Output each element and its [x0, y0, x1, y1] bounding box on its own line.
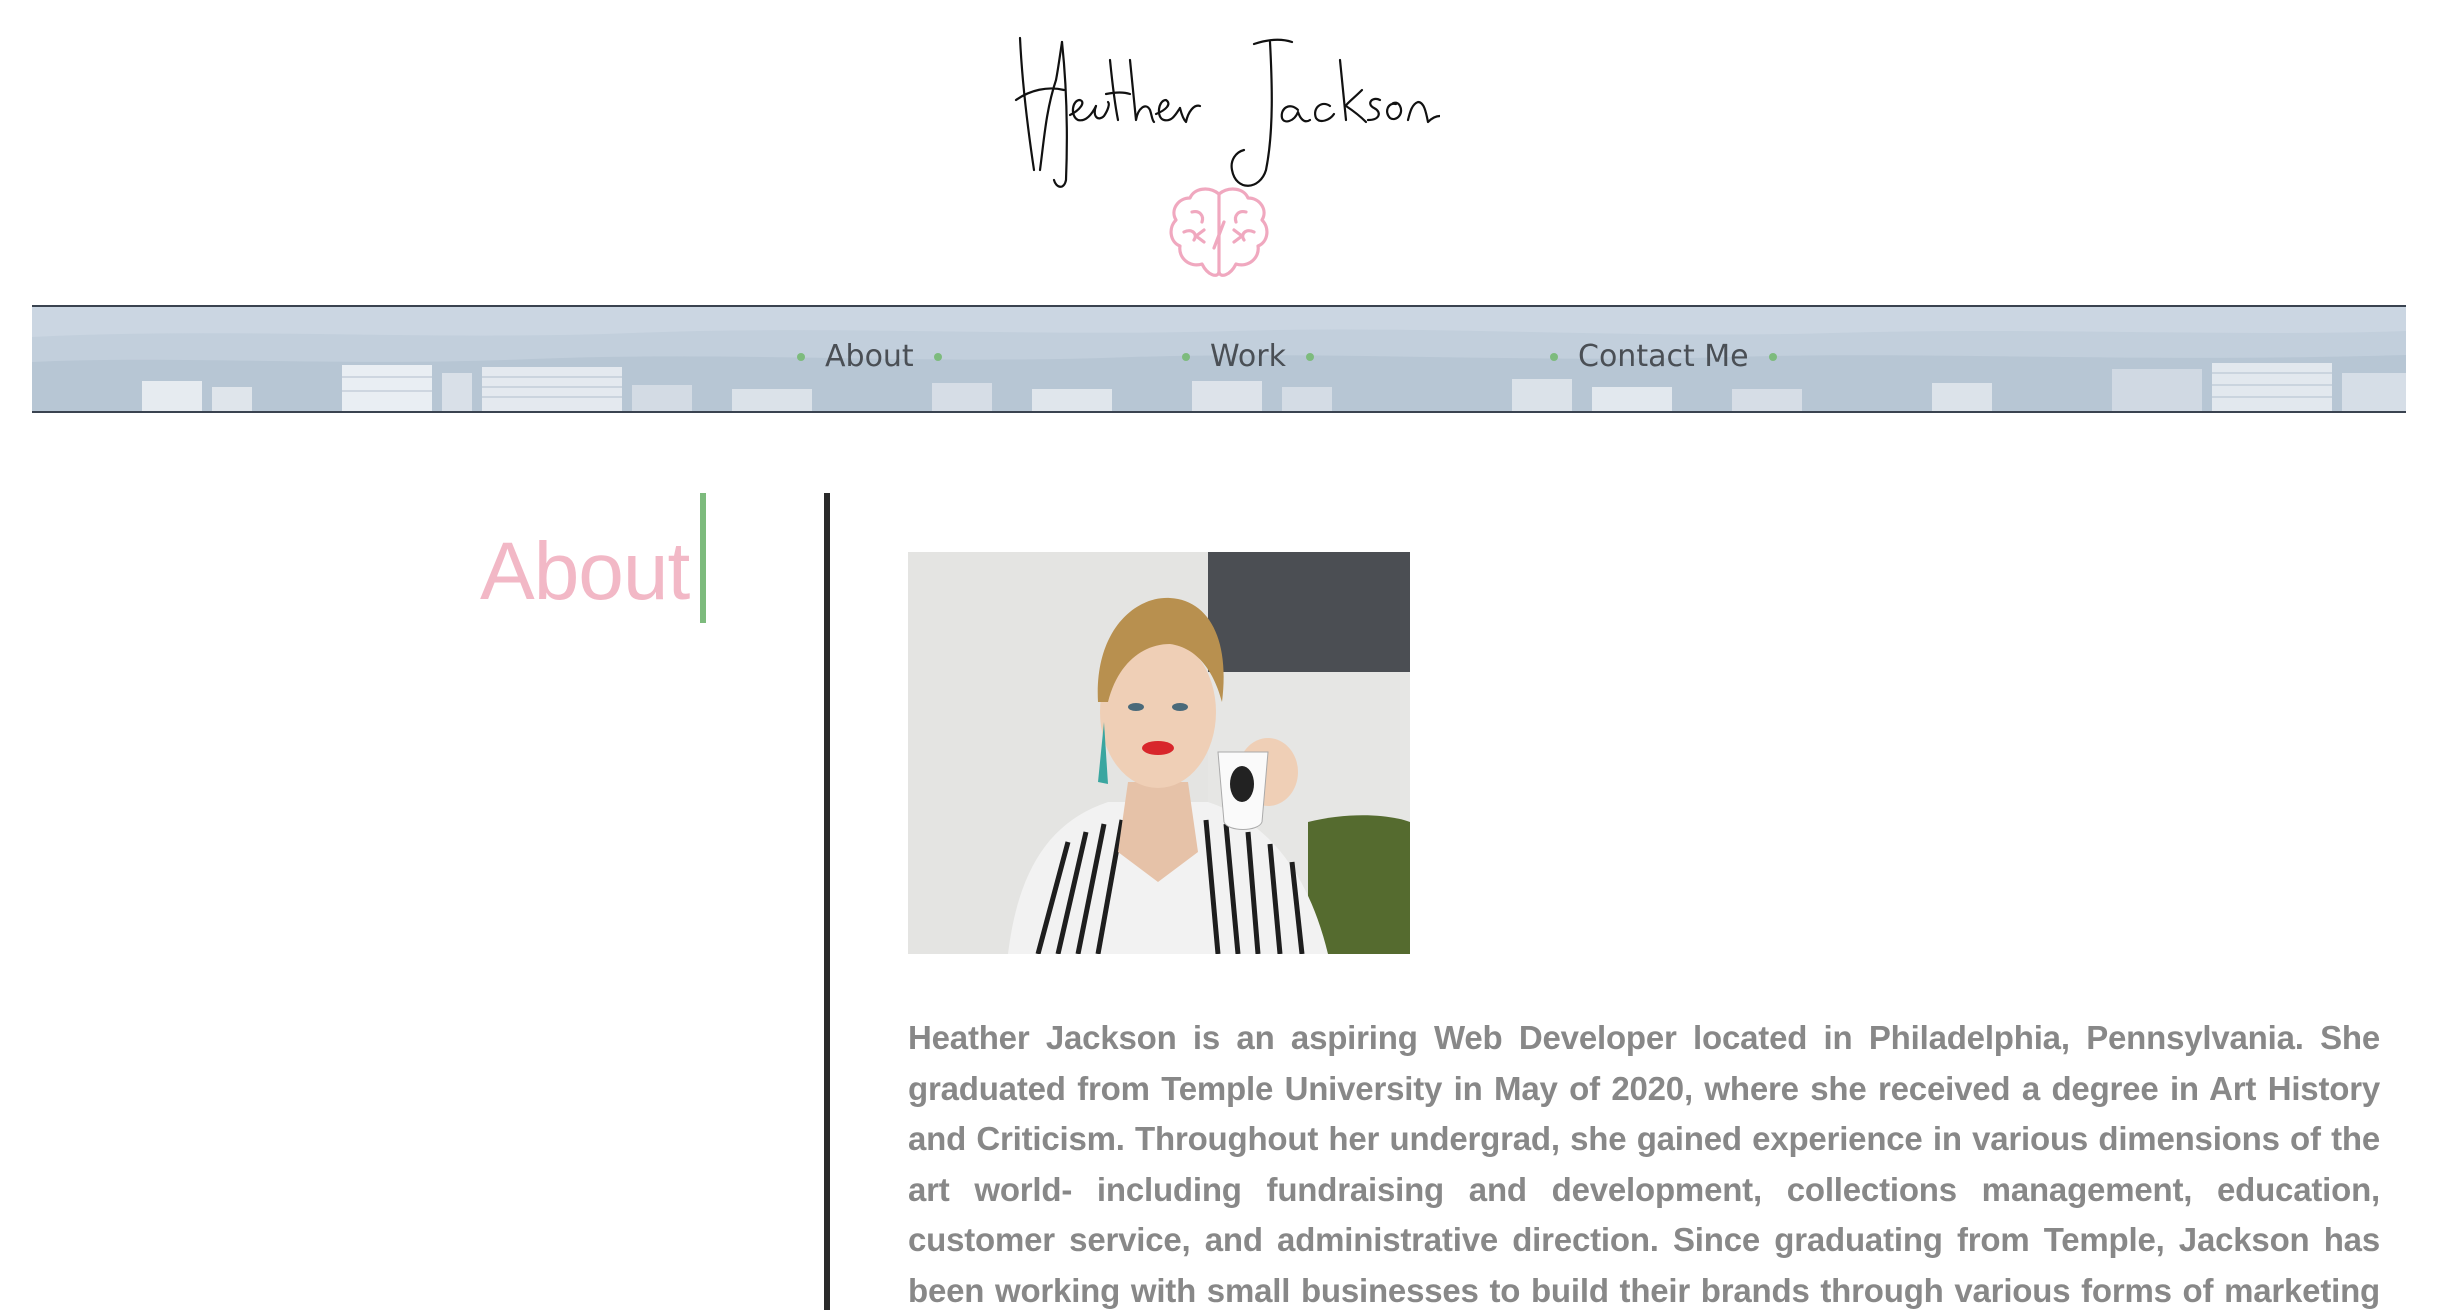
nav-label: About — [825, 339, 914, 374]
section-heading: About — [480, 526, 690, 617]
bullet-icon — [797, 352, 805, 361]
column-divider — [824, 493, 830, 1310]
heading-accent-bar — [700, 493, 706, 623]
bullet-icon — [933, 352, 942, 361]
nav-link-work[interactable]: Work — [1162, 339, 1334, 374]
nav-label: Work — [1210, 339, 1286, 374]
nav-link-contact[interactable]: Contact Me — [1530, 339, 1797, 374]
nav-label: Contact Me — [1578, 339, 1749, 374]
bio-paragraph: Heather Jackson is an aspiring Web Devel… — [908, 1019, 2380, 1309]
bullet-icon — [1768, 352, 1777, 361]
main-navigation: About Work Contact Me — [32, 305, 2406, 413]
bullet-icon — [1182, 352, 1190, 361]
bullet-icon — [1305, 352, 1314, 361]
bullet-icon — [1550, 352, 1558, 361]
profile-photo — [908, 552, 1410, 954]
nav-link-about[interactable]: About — [777, 339, 962, 374]
page: About Work Contact Me About Heather Jack… — [0, 0, 2442, 1310]
signature-logo[interactable] — [1000, 20, 1440, 190]
brain-icon — [1169, 187, 1269, 277]
